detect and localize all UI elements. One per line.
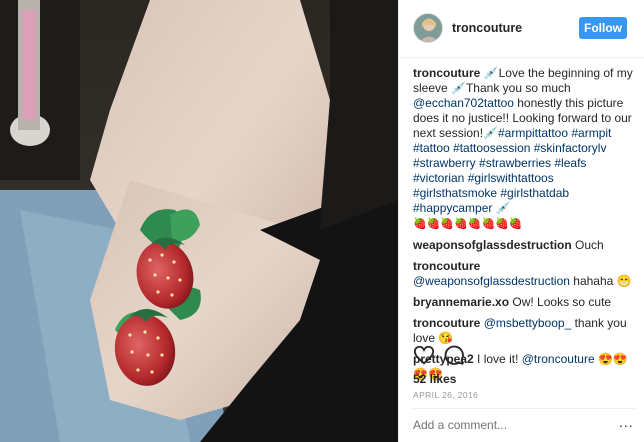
comment-icon[interactable] <box>443 344 465 366</box>
comment-text: Ouch <box>575 238 604 252</box>
comment-username[interactable]: weaponsofglassdestruction <box>413 238 572 252</box>
divider <box>413 408 635 409</box>
comment-text: hahaha 😁 <box>569 274 632 288</box>
post-side-panel: troncouture Follow troncouture 💉Love the… <box>398 0 644 442</box>
comment-item: troncouture @weaponsofglassdestruction h… <box>413 259 635 289</box>
caption: troncouture 💉Love the beginning of my sl… <box>413 66 635 232</box>
add-comment-input[interactable] <box>413 418 633 432</box>
caption-strawberries: 🍓🍓🍓🍓🍓🍓🍓🍓 <box>413 218 523 230</box>
comments-list: troncouture 💉Love the beginning of my sl… <box>413 66 635 388</box>
comment-item: troncouture @msbettyboop_ thank you love… <box>413 316 635 346</box>
caption-username[interactable]: troncouture <box>413 66 480 80</box>
post-photo[interactable] <box>0 0 398 442</box>
tattoo-photo-image <box>0 0 398 442</box>
comment-item: weaponsofglassdestruction Ouch <box>413 238 635 253</box>
post-header: troncouture Follow <box>399 0 644 58</box>
header-username[interactable]: troncouture <box>452 21 522 35</box>
more-options-button[interactable]: ... <box>619 414 634 430</box>
comment-mention[interactable]: @msbettyboop_ <box>484 316 572 330</box>
avatar[interactable] <box>413 13 443 43</box>
caption-mention[interactable]: @ecchan702tattoo <box>413 96 514 110</box>
likes-count[interactable]: 52 likes <box>413 372 456 386</box>
heart-icon[interactable] <box>413 344 435 366</box>
instagram-post: troncouture Follow troncouture 💉Love the… <box>0 0 644 442</box>
avatar-image <box>414 14 442 42</box>
post-date: APRIL 26, 2016 <box>413 390 479 400</box>
comment-text: Ow! Looks so cute <box>512 295 612 309</box>
follow-button[interactable]: Follow <box>579 17 627 39</box>
comment-username[interactable]: bryannemarie.xo <box>413 295 509 309</box>
comment-username[interactable]: troncouture <box>413 259 480 273</box>
comment-mention[interactable]: @weaponsofglassdestruction <box>413 274 570 288</box>
comment-username[interactable]: troncouture <box>413 316 480 330</box>
comment-item: bryannemarie.xo Ow! Looks so cute <box>413 295 635 310</box>
caption-emoji-tail: 💉 <box>492 201 511 215</box>
post-actions <box>413 344 635 368</box>
